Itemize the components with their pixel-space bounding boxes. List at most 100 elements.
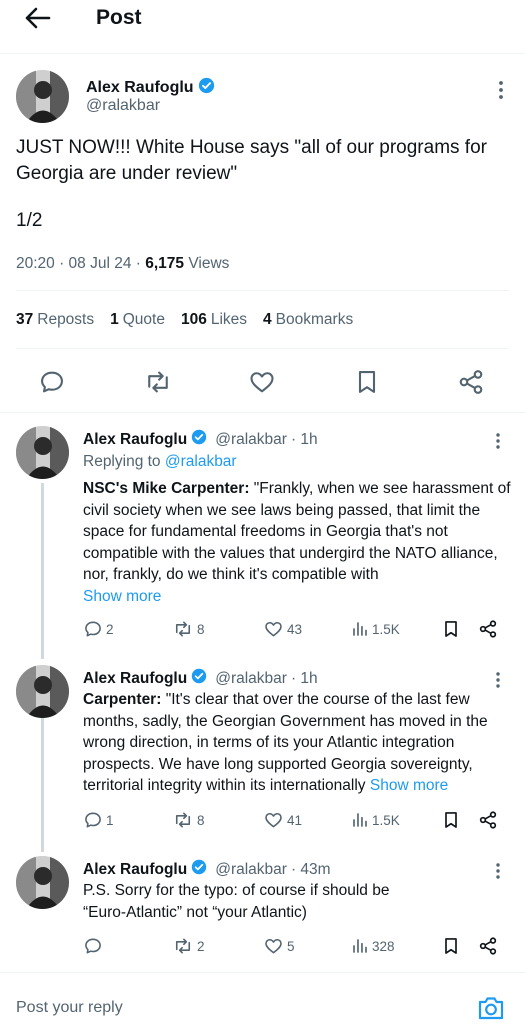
reply-header: Alex Raufoglu @ralakbar · 1h (83, 668, 318, 689)
reposts-stat[interactable]: 37 Reposts (16, 311, 94, 329)
page-title: Post (96, 6, 142, 29)
repost-icon[interactable] (143, 367, 173, 397)
reply-composer: Post your reply (0, 972, 525, 1024)
views-button[interactable]: 1.5K (351, 617, 400, 641)
show-more-link[interactable]: Show more (370, 777, 448, 794)
like-count: 43 (287, 621, 303, 637)
reply-icon (85, 812, 101, 828)
repost-count: 2 (197, 938, 205, 954)
bookmark-icon[interactable] (352, 367, 382, 397)
like-button[interactable]: 43 (263, 617, 302, 641)
reply-action-bar: 1 8 41 1.5K (83, 808, 513, 832)
reply-time: · 1h (290, 669, 318, 687)
reply-header: Alex Raufoglu @ralakbar · 43m (83, 859, 331, 880)
reply-post[interactable]: Alex Raufoglu @ralakbar · 1h Replying to… (0, 426, 525, 646)
bookmarks-label: Bookmarks (275, 311, 354, 328)
more-options-icon[interactable] (498, 80, 504, 105)
views-button[interactable]: 1.5K (351, 808, 400, 832)
share-icon[interactable] (478, 617, 498, 641)
bookmarks-count: 4 (263, 311, 272, 328)
post-timestamp[interactable]: 20:20 · 08 Jul 24 · (16, 255, 145, 272)
author-name-row[interactable]: Alex Raufoglu (86, 77, 215, 99)
repost-icon (175, 938, 191, 954)
views-label: Views (184, 255, 230, 272)
reposts-count: 37 (16, 311, 34, 328)
verified-badge-icon (191, 429, 207, 450)
reply-button[interactable]: 2 (83, 617, 114, 641)
reply-button[interactable] (83, 934, 106, 958)
reply-icon (85, 621, 101, 637)
reply-header: Alex Raufoglu @ralakbar · 1h (83, 429, 318, 450)
quotes-stat[interactable]: 1 Quote (110, 311, 165, 329)
reply-post[interactable]: Alex Raufoglu @ralakbar · 43m P.S. Sorry… (0, 856, 525, 966)
replying-handle-link[interactable]: @ralakbar (165, 453, 237, 470)
views-analytics-icon (353, 939, 367, 953)
repost-button[interactable]: 8 (172, 617, 205, 641)
repost-icon (175, 621, 191, 637)
post-stats: 37 Reposts 1 Quote 106 Likes 4 Bookmarks (16, 311, 353, 329)
repost-button[interactable]: 2 (172, 934, 205, 958)
author-name[interactable]: Alex Raufoglu (83, 431, 187, 449)
author-name[interactable]: Alex Raufoglu (83, 861, 187, 879)
like-button[interactable]: 5 (263, 934, 295, 958)
reply-time: · 43m (290, 860, 331, 878)
avatar[interactable] (16, 665, 69, 718)
like-heart-icon[interactable] (247, 367, 277, 397)
views-count: 328 (372, 938, 395, 954)
share-icon[interactable] (478, 934, 498, 958)
bookmark-icon[interactable] (441, 617, 461, 641)
likes-stat[interactable]: 106 Likes (181, 311, 247, 329)
author-handle[interactable]: @ralakbar (215, 861, 287, 879)
reply-icon[interactable] (37, 367, 67, 397)
share-icon[interactable] (456, 367, 486, 397)
more-options-icon[interactable] (495, 862, 501, 885)
reply-post[interactable]: Alex Raufoglu @ralakbar · 1h Carpenter: … (0, 665, 525, 840)
views-analytics-icon (353, 813, 367, 827)
divider (16, 348, 509, 349)
like-button[interactable]: 41 (263, 808, 302, 832)
bookmarks-stat[interactable]: 4 Bookmarks (263, 311, 353, 329)
author-name[interactable]: Alex Raufoglu (86, 79, 194, 97)
author-name[interactable]: Alex Raufoglu (83, 670, 187, 688)
quotes-label: Quote (122, 311, 165, 328)
reply-text: Carpenter: "It's clear that over the cou… (83, 689, 515, 797)
like-count: 5 (287, 938, 295, 954)
reply-action-bar: 2 8 43 1.5K (83, 617, 513, 641)
verified-badge-icon (198, 77, 215, 99)
repost-button[interactable]: 8 (172, 808, 205, 832)
bookmark-icon[interactable] (441, 934, 461, 958)
repost-icon (175, 812, 191, 828)
avatar[interactable] (16, 70, 69, 123)
reply-input[interactable]: Post your reply (16, 999, 123, 1017)
views-button[interactable]: 328 (351, 934, 395, 958)
bookmark-icon[interactable] (441, 808, 461, 832)
reply-text: NSC's Mike Carpenter: "Frankly, when we … (83, 478, 515, 607)
reply-text: P.S. Sorry for the typo: of course if sh… (83, 882, 390, 921)
back-arrow-icon[interactable] (22, 4, 54, 32)
more-options-icon[interactable] (495, 432, 501, 455)
avatar[interactable] (16, 856, 69, 909)
author-handle[interactable]: @ralakbar (86, 97, 160, 115)
verified-badge-icon (191, 668, 207, 689)
replying-to: Replying to @ralakbar (83, 453, 237, 471)
like-heart-icon (265, 938, 282, 954)
show-more-link[interactable]: Show more (83, 588, 161, 605)
camera-icon[interactable] (477, 995, 505, 1024)
quotes-count: 1 (110, 311, 119, 328)
share-icon[interactable] (478, 808, 498, 832)
reply-lead: Carpenter: (83, 691, 162, 708)
reply-lead: NSC's Mike Carpenter: (83, 480, 250, 497)
like-heart-icon (265, 812, 282, 828)
reply-count: 2 (106, 621, 114, 637)
avatar[interactable] (16, 426, 69, 479)
repost-count: 8 (197, 621, 205, 637)
top-bar: Post (0, 0, 525, 54)
reply-button[interactable]: 1 (83, 808, 114, 832)
author-handle[interactable]: @ralakbar (215, 670, 287, 688)
author-handle[interactable]: @ralakbar (215, 431, 287, 449)
views-count: 1.5K (372, 621, 400, 637)
likes-label: Likes (210, 311, 248, 328)
reply-count: 1 (106, 812, 114, 828)
reposts-label: Reposts (37, 311, 95, 328)
reply-icon (85, 938, 101, 954)
